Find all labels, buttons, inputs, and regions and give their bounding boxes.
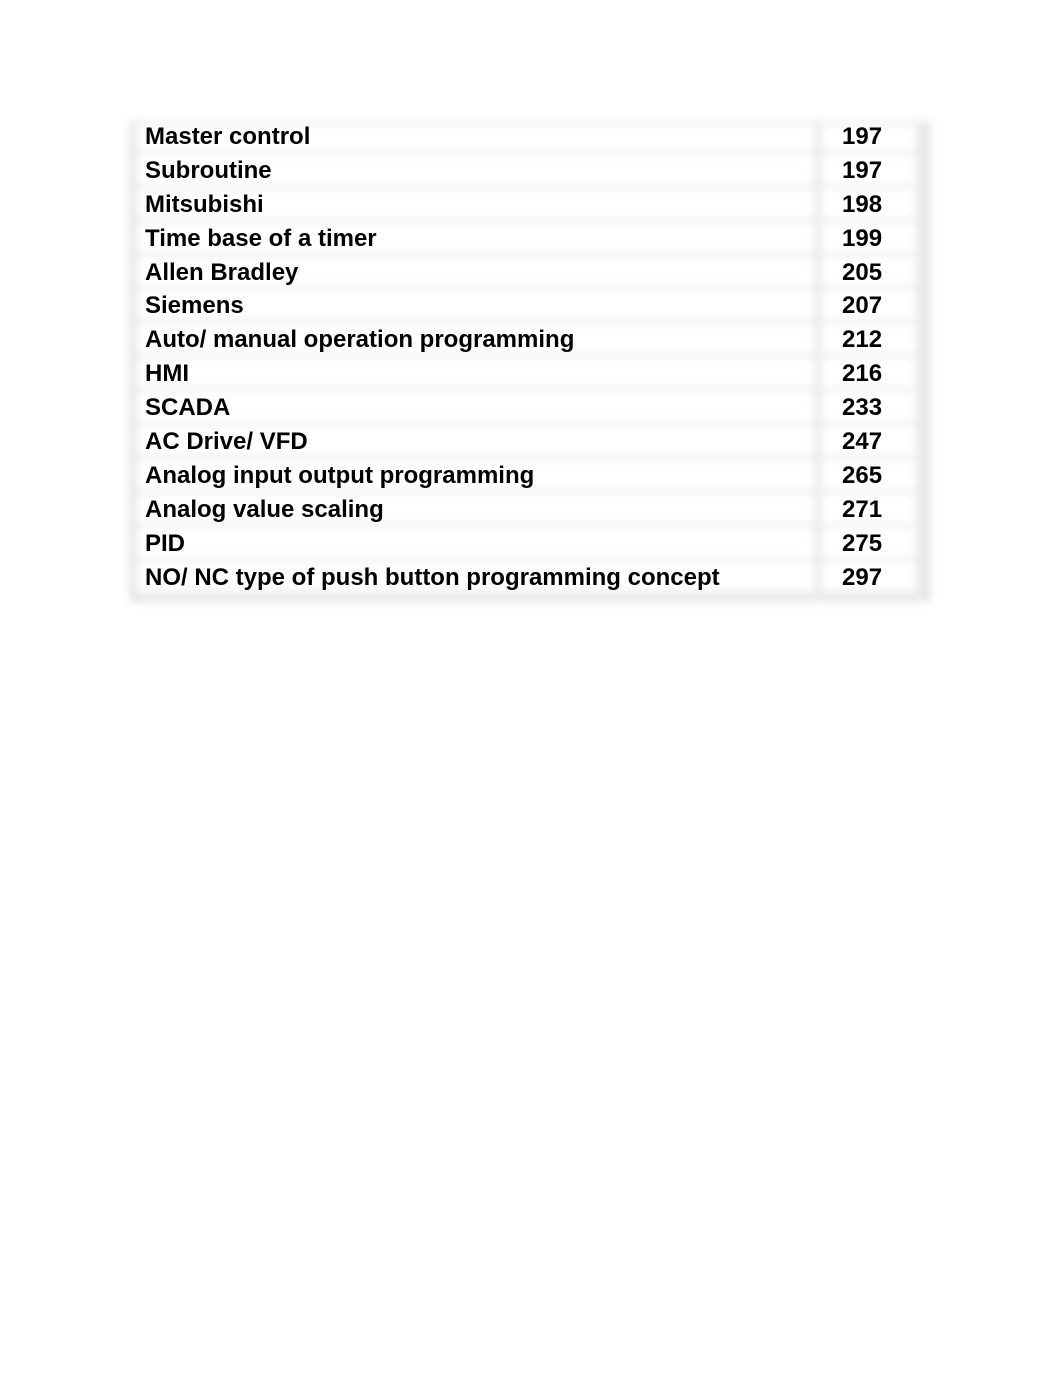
toc-topic: Analog input output programming	[145, 461, 535, 489]
toc-row: Auto/ manual operation programming 212	[130, 323, 930, 357]
toc-topic: PID	[145, 529, 186, 557]
toc-row: AC Drive/ VFD 247	[130, 425, 930, 459]
toc-page-number: 197	[842, 156, 883, 184]
toc-topic: SCADA	[145, 394, 231, 422]
toc-row: NO/ NC type of push button programming c…	[130, 561, 930, 595]
toc-page-number: 198	[842, 190, 883, 218]
toc-topic: Siemens	[145, 292, 244, 320]
toc-page-number: 297	[842, 563, 883, 591]
toc-topic: AC Drive/ VFD	[145, 427, 308, 455]
toc-row: Master control 197	[130, 120, 930, 154]
toc-topic: Allen Bradley	[145, 258, 299, 286]
toc-row: Siemens 207	[130, 289, 930, 323]
toc-row: Analog value scaling 271	[130, 493, 930, 527]
toc-topic: NO/ NC type of push button programming c…	[145, 563, 720, 591]
toc-page-number: 275	[842, 529, 883, 557]
toc-page-number: 199	[842, 224, 883, 252]
toc-page-number: 233	[842, 394, 883, 422]
toc-row: PID 275	[130, 527, 930, 561]
toc-page-number: 197	[842, 122, 883, 150]
toc-row: Time base of a timer 199	[130, 222, 930, 256]
toc-page-number: 216	[842, 360, 883, 388]
toc-topic: HMI	[145, 360, 189, 388]
toc-topic: Master control	[145, 122, 311, 150]
toc-topic: Analog value scaling	[145, 495, 384, 523]
toc-page-number: 207	[842, 292, 883, 320]
toc-page-number: 265	[842, 461, 883, 489]
toc-row: Allen Bradley 205	[130, 256, 930, 290]
toc-topic: Auto/ manual operation programming	[145, 326, 575, 354]
toc-topic: Subroutine	[145, 156, 272, 184]
toc-row: Subroutine 197	[130, 154, 930, 188]
toc-row: Mitsubishi 198	[130, 188, 930, 222]
toc-page-number: 205	[842, 258, 883, 286]
toc-page-number: 271	[842, 495, 883, 523]
toc-topic: Time base of a timer	[145, 224, 377, 252]
toc-row: SCADA 233	[130, 391, 930, 425]
toc-page-number: 247	[842, 427, 883, 455]
toc-topic: Mitsubishi	[145, 190, 264, 218]
toc-row: Analog input output programming 265	[130, 459, 930, 493]
toc-table: Master control 197 Subroutine 197 Mitsubishi…	[130, 120, 930, 594]
table-of-contents: Master control 197 Subroutine 197 Mitsubishi…	[130, 120, 930, 594]
toc-row: HMI 216	[130, 357, 930, 391]
toc-page-number: 212	[842, 326, 883, 354]
